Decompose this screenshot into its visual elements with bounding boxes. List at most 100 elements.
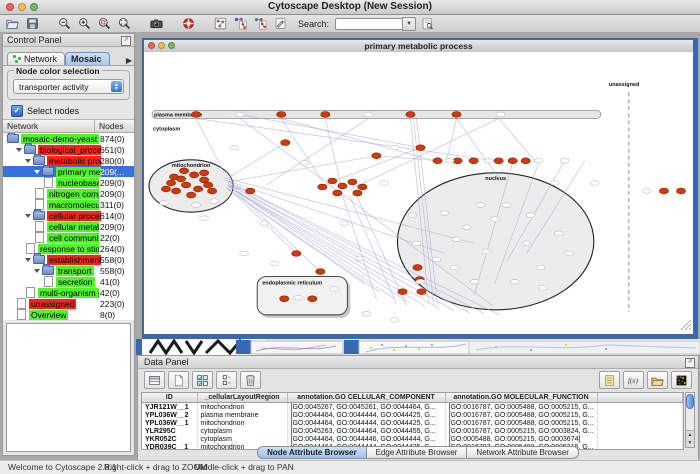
network-node[interactable]: [277, 112, 286, 118]
network-node-label[interactable]: [192, 203, 201, 208]
network-node-label[interactable]: [160, 201, 169, 206]
expander-icon[interactable]: [16, 148, 22, 152]
table-cell[interactable]: mitochondrion: [197, 419, 287, 427]
table-scrollbar[interactable]: ▲▼: [685, 392, 695, 448]
table-column-header[interactable]: ID: [142, 393, 197, 403]
tab-mosaic[interactable]: Mosaic: [65, 52, 110, 65]
table-cell[interactable]: [597, 419, 683, 427]
network-node-label[interactable]: [560, 158, 569, 163]
table-row[interactable]: YPL036W__1mitochondrion[GO:0044464, GO:0…: [142, 419, 683, 427]
network-node[interactable]: [161, 186, 170, 192]
network-edge[interactable]: [228, 188, 296, 253]
network-node[interactable]: [308, 296, 317, 302]
tree-row[interactable]: cell communicat22(0): [3, 232, 134, 243]
network-node[interactable]: [433, 158, 442, 164]
network-node-label[interactable]: [364, 112, 373, 117]
resize-grip-icon[interactable]: [681, 320, 691, 330]
table-column-header[interactable]: annotation.GO MOLECULAR_FUNCTION: [445, 393, 597, 403]
table-cell[interactable]: mitochondrion: [197, 403, 287, 412]
table-cell[interactable]: [597, 427, 683, 435]
network-node-label[interactable]: [445, 158, 454, 163]
tab-network-attribute-browser[interactable]: Network Attribute Browser: [467, 446, 578, 459]
network-node[interactable]: [316, 269, 325, 275]
network-node[interactable]: [280, 296, 289, 302]
network-canvas[interactable]: plasma membranecytoplasmmitochondrionnuc…: [144, 52, 693, 334]
scrollbar-thumb[interactable]: [686, 394, 694, 409]
network-edge[interactable]: [325, 118, 340, 182]
network-node[interactable]: [417, 289, 426, 295]
network-node-label[interactable]: [536, 265, 545, 270]
new-attribute-button[interactable]: [168, 371, 189, 389]
tree-row[interactable]: biological_process651(0): [3, 144, 134, 155]
network-node-label[interactable]: [270, 261, 279, 266]
network-node-label[interactable]: [538, 285, 547, 290]
unselect-attributes-button[interactable]: [216, 371, 237, 389]
table-row[interactable]: YKR052Ccytoplasm[GO:0044464, GO:0044446,…: [142, 435, 683, 443]
save-session-button[interactable]: [24, 16, 41, 31]
tab-node-attribute-browser[interactable]: Node Attribute Browser: [257, 446, 367, 459]
network-node[interactable]: [204, 182, 213, 188]
network-node-label[interactable]: [510, 279, 519, 284]
network-node[interactable]: [208, 188, 217, 194]
table-row[interactable]: YJR121W__1mitochondrion[GO:0045267, GO:0…: [142, 403, 683, 412]
background-windows-strip[interactable]: [136, 339, 700, 355]
network-node[interactable]: [176, 176, 185, 182]
network-node[interactable]: [189, 172, 198, 178]
network-edge[interactable]: [240, 114, 420, 147]
tab-network[interactable]: Network: [7, 52, 65, 65]
network-node[interactable]: [398, 289, 407, 295]
search-input[interactable]: [335, 18, 402, 30]
table-row[interactable]: YPL036W__2plasma membrane[GO:0044464, GO…: [142, 411, 683, 419]
network-node-label[interactable]: [210, 199, 219, 204]
delete-attribute-button[interactable]: [240, 371, 261, 389]
network-node[interactable]: [413, 265, 422, 271]
table-cell[interactable]: [GO:0044464, GO:0044446, GO:0044444, G..…: [287, 435, 445, 443]
network-node-label[interactable]: [416, 279, 425, 284]
tree-row[interactable]: unassigned223(0): [3, 298, 134, 309]
table-cell[interactable]: [597, 403, 683, 412]
table-cell[interactable]: [GO:0016787, GO:0005488, GO:0005215, G..…: [445, 411, 597, 419]
network-node-label[interactable]: [643, 189, 652, 194]
network-node-label[interactable]: [240, 251, 249, 256]
network-node-label[interactable]: [390, 145, 399, 150]
network-node-label[interactable]: [490, 217, 499, 222]
network-node-label[interactable]: [380, 181, 389, 186]
apply-layout-a-button[interactable]: [232, 16, 249, 31]
table-cell[interactable]: [597, 435, 683, 443]
tree-row[interactable]: macromolecule311(0): [3, 199, 134, 210]
zoom-out-button[interactable]: [56, 16, 73, 31]
open-file-button[interactable]: [4, 16, 21, 31]
network-node-label[interactable]: [236, 112, 245, 117]
network-node-label[interactable]: [484, 158, 493, 163]
tree-row[interactable]: nitrogen compo209(0): [3, 188, 134, 199]
table-cell[interactable]: YJR121W__1: [142, 403, 197, 412]
network-node[interactable]: [372, 153, 381, 159]
tree-row[interactable]: multi-organism pro42(0): [3, 287, 134, 298]
zoom-in-button[interactable]: [76, 16, 93, 31]
network-node[interactable]: [328, 178, 337, 184]
network-node-label[interactable]: [554, 231, 563, 236]
network-node-label[interactable]: [462, 225, 471, 230]
network-node[interactable]: [452, 112, 461, 118]
formula-button[interactable]: f(x): [623, 371, 644, 389]
network-node[interactable]: [508, 158, 517, 164]
tree-row[interactable]: Overview8(0): [3, 309, 134, 320]
table-column-header[interactable]: annotation.GO CELLULAR_COMPONENT: [287, 393, 445, 403]
network-node-label[interactable]: [496, 112, 505, 117]
network-node[interactable]: [179, 168, 188, 174]
table-cell[interactable]: YKR052C: [142, 435, 197, 443]
network-node-label[interactable]: [260, 221, 269, 226]
help-button[interactable]: [180, 16, 197, 31]
network-node[interactable]: [348, 179, 357, 185]
network-node[interactable]: [200, 170, 209, 176]
network-node-label[interactable]: [408, 213, 417, 218]
network-node-label[interactable]: [470, 279, 479, 284]
network-node[interactable]: [659, 188, 668, 194]
network-node-label[interactable]: [550, 181, 559, 186]
network-edge[interactable]: [281, 118, 434, 160]
network-node-label[interactable]: [452, 237, 461, 242]
expander-icon[interactable]: [34, 269, 40, 273]
apply-layout-b-button[interactable]: [252, 16, 269, 31]
network-node-label[interactable]: [412, 241, 421, 246]
network-node-label[interactable]: [450, 265, 459, 270]
